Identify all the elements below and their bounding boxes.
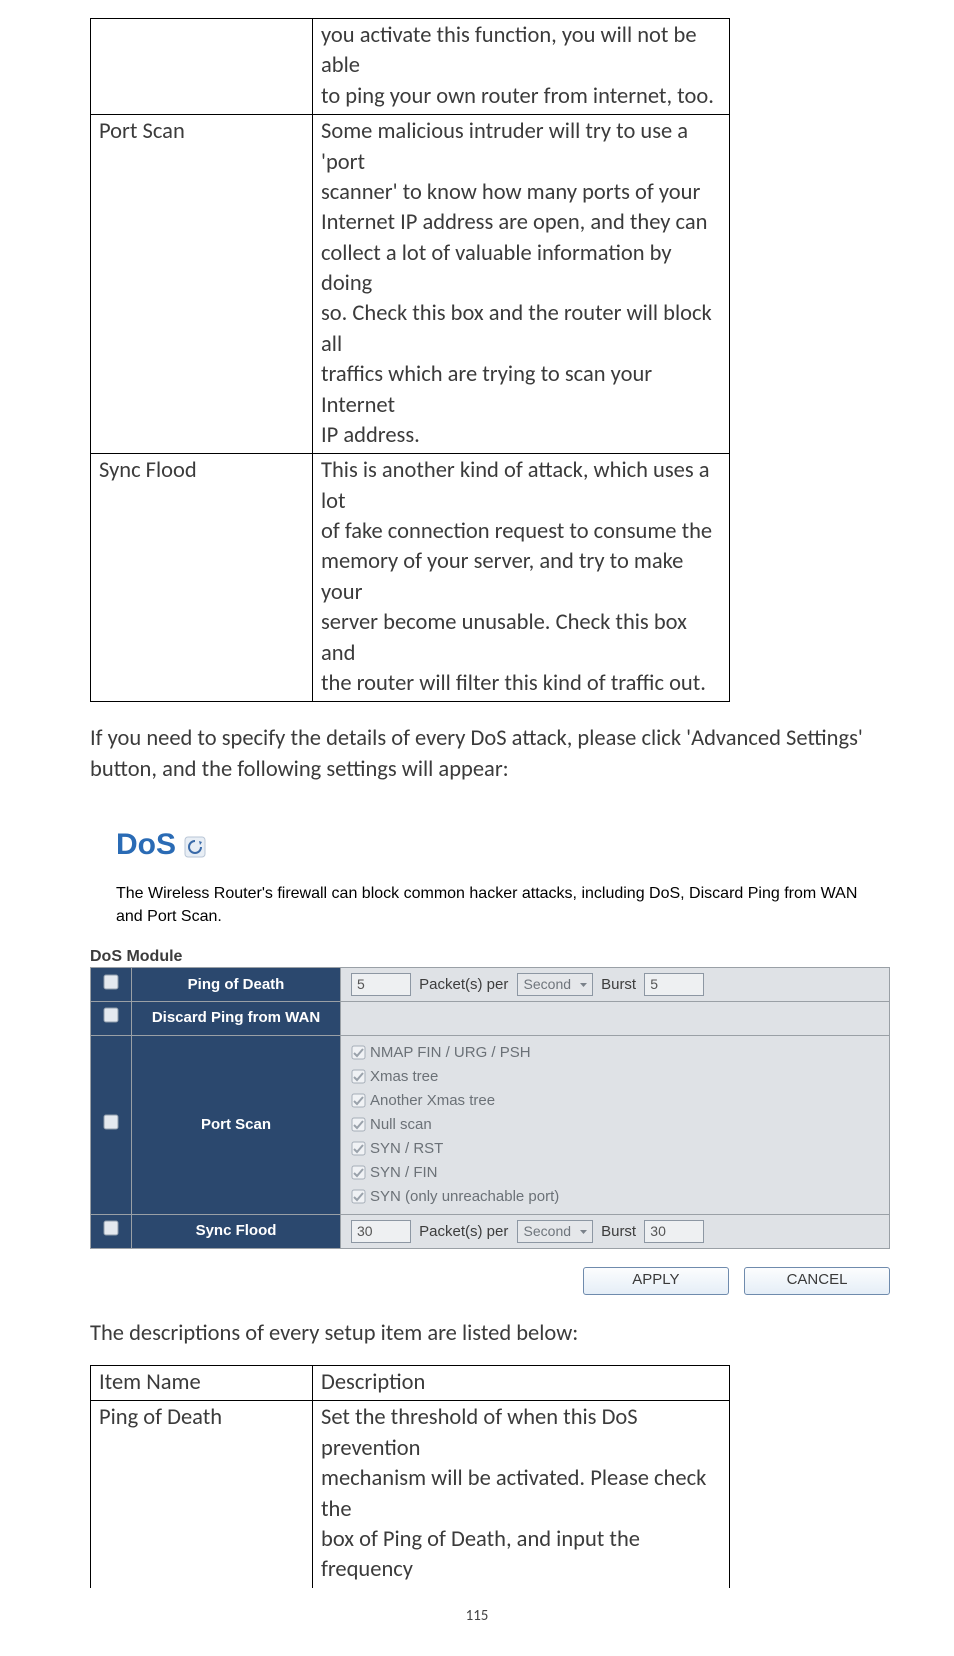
top-row0-desc: you activate this function, you will not… — [313, 19, 730, 115]
portscan-item[interactable]: SYN / RST — [370, 1140, 443, 1157]
discard-ping-checkbox[interactable] — [103, 1010, 119, 1027]
top-row2-desc: This is another kind of attack, which us… — [313, 454, 730, 702]
top-row0-label — [91, 19, 313, 115]
sync-unit-select[interactable]: Second — [517, 1220, 593, 1243]
ping-of-death-checkbox[interactable] — [103, 977, 119, 994]
intro-paragraph: If you need to specify the details of ev… — [90, 724, 864, 785]
sync-flood-checkbox[interactable] — [103, 1223, 119, 1240]
port-scan-checkbox[interactable] — [103, 1117, 119, 1134]
sync-packets-label: Packet(s) per — [419, 1223, 508, 1240]
cancel-button[interactable]: CANCEL — [744, 1267, 890, 1295]
ping-packets-input[interactable]: 5 — [351, 973, 411, 996]
portscan-item[interactable]: Xmas tree — [370, 1068, 438, 1085]
sync-flood-fields: 30 Packet(s) per Second Burst 30 — [341, 1214, 890, 1248]
discard-ping-fields — [341, 1002, 890, 1035]
apply-button[interactable]: APPLY — [583, 1267, 729, 1295]
dos-module-heading: DoS Module — [90, 946, 864, 968]
ping-of-death-checkbox-cell — [91, 968, 132, 1002]
portscan-item[interactable]: SYN / FIN — [370, 1164, 438, 1181]
discard-ping-checkbox-cell — [91, 1002, 132, 1035]
sync-flood-checkbox-cell — [91, 1214, 132, 1248]
top-row1-label: Port Scan — [91, 115, 313, 454]
portscan-item[interactable]: Another Xmas tree — [370, 1092, 495, 1109]
sync-flood-label: Sync Flood — [132, 1214, 341, 1248]
dos-heading: DoS — [116, 825, 176, 866]
bottom-row0-label: Ping of Death — [91, 1401, 313, 1588]
portscan-item[interactable]: SYN (only unreachable port) — [370, 1188, 559, 1205]
bottom-header-name: Item Name — [91, 1366, 313, 1401]
bottom-header-desc: Description — [313, 1366, 730, 1401]
descriptions-line: The descriptions of every setup item are… — [90, 1319, 864, 1349]
ping-burst-label: Burst — [601, 976, 636, 993]
intro-text: The Wireless Router's firewall can block… — [116, 882, 864, 928]
chevron-down-icon — [579, 1222, 588, 1243]
port-scan-checkbox-cell — [91, 1035, 132, 1214]
description-table-top: you activate this function, you will not… — [90, 18, 730, 702]
portscan-item[interactable]: NMAP FIN / URG / PSH — [370, 1044, 531, 1061]
discard-ping-label: Discard Ping from WAN — [132, 1002, 341, 1035]
port-scan-label: Port Scan — [132, 1035, 341, 1214]
sync-packets-input[interactable]: 30 — [351, 1220, 411, 1243]
refresh-icon[interactable] — [184, 836, 206, 867]
page-number: 115 — [90, 1606, 864, 1626]
bottom-row0-desc: Set the threshold of when this DoS preve… — [313, 1401, 730, 1588]
portscan-item[interactable]: Null scan — [370, 1116, 432, 1133]
top-row2-label: Sync Flood — [91, 454, 313, 702]
ping-packets-label: Packet(s) per — [419, 976, 508, 993]
sync-burst-input[interactable]: 30 — [644, 1220, 704, 1243]
ping-unit-select[interactable]: Second — [517, 973, 593, 996]
ping-burst-input[interactable]: 5 — [644, 973, 704, 996]
sync-burst-label: Burst — [601, 1223, 636, 1240]
description-table-bottom: Item Name Description Ping of Death Set … — [90, 1365, 730, 1588]
port-scan-fields: NMAP FIN / URG / PSH Xmas tree Another X… — [341, 1035, 890, 1214]
chevron-down-icon — [579, 975, 588, 996]
dos-module-table: Ping of Death 5 Packet(s) per Second Bur… — [90, 967, 890, 1248]
ping-of-death-label: Ping of Death — [132, 968, 341, 1002]
top-row1-desc: Some malicious intruder will try to use … — [313, 115, 730, 454]
ping-of-death-fields: 5 Packet(s) per Second Burst 5 — [341, 968, 890, 1002]
